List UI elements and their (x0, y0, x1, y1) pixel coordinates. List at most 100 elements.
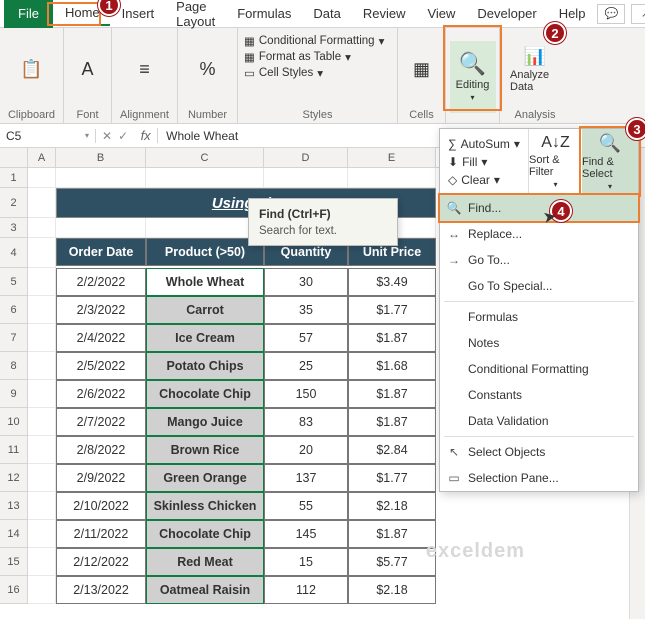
font-button[interactable]: A (66, 57, 110, 82)
table-cell[interactable]: $2.84 (348, 436, 436, 464)
table-cell[interactable]: 112 (264, 576, 348, 604)
table-cell[interactable]: 2/9/2022 (56, 464, 146, 492)
number-button[interactable]: % (186, 57, 230, 82)
table-cell[interactable]: $5.77 (348, 548, 436, 576)
table-cell[interactable]: 2/4/2022 (56, 324, 146, 352)
row-header[interactable]: 5 (0, 268, 28, 296)
table-cell[interactable]: 2/10/2022 (56, 492, 146, 520)
select-all-corner[interactable] (0, 148, 28, 167)
tab-formulas[interactable]: Formulas (227, 2, 301, 25)
menu-data-val[interactable]: Data Validation (440, 408, 638, 434)
row-header[interactable]: 13 (0, 492, 28, 520)
col-header-D[interactable]: D (264, 148, 348, 167)
row-header[interactable]: 4 (0, 238, 28, 268)
row-header[interactable]: 1 (0, 168, 28, 188)
menu-goto[interactable]: →Go To... (440, 247, 638, 273)
table-cell[interactable]: 145 (264, 520, 348, 548)
cells-button[interactable]: ▦ (400, 57, 444, 82)
menu-goto-special[interactable]: Go To Special... (440, 273, 638, 299)
table-cell[interactable]: 2/5/2022 (56, 352, 146, 380)
table-cell[interactable]: $3.49 (348, 268, 436, 296)
table-cell[interactable]: 2/2/2022 (56, 268, 146, 296)
table-cell[interactable]: $1.87 (348, 324, 436, 352)
cancel-icon[interactable]: ✕ (102, 129, 112, 143)
table-cell[interactable]: $1.68 (348, 352, 436, 380)
table-cell[interactable]: 2/3/2022 (56, 296, 146, 324)
table-cell[interactable]: 55 (264, 492, 348, 520)
row-header[interactable]: 9 (0, 380, 28, 408)
menu-cond-fmt[interactable]: Conditional Formatting (440, 356, 638, 382)
row-header[interactable]: 6 (0, 296, 28, 324)
table-cell[interactable]: 57 (264, 324, 348, 352)
fx-icon[interactable]: fx (134, 128, 158, 143)
table-cell[interactable]: Green Orange (146, 464, 264, 492)
row-header[interactable]: 2 (0, 188, 28, 218)
name-box[interactable]: C5 (0, 129, 96, 143)
table-cell[interactable]: 2/7/2022 (56, 408, 146, 436)
col-header-E[interactable]: E (348, 148, 436, 167)
table-cell[interactable]: Mango Juice (146, 408, 264, 436)
table-cell[interactable]: Brown Rice (146, 436, 264, 464)
autosum-button[interactable]: ∑ AutoSum ▾ (448, 137, 520, 151)
table-cell[interactable]: Potato Chips (146, 352, 264, 380)
tab-file[interactable]: File (4, 0, 53, 28)
table-cell[interactable]: $2.18 (348, 576, 436, 604)
table-cell[interactable]: Chocolate Chip (146, 520, 264, 548)
table-cell[interactable]: $1.87 (348, 520, 436, 548)
menu-constants[interactable]: Constants (440, 382, 638, 408)
table-cell[interactable]: 2/8/2022 (56, 436, 146, 464)
menu-formulas[interactable]: Formulas (440, 304, 638, 330)
table-cell[interactable]: 150 (264, 380, 348, 408)
clipboard-button[interactable]: 📋 (10, 57, 54, 82)
row-header[interactable]: 7 (0, 324, 28, 352)
table-cell[interactable]: Red Meat (146, 548, 264, 576)
table-cell[interactable]: $2.18 (348, 492, 436, 520)
table-cell[interactable]: 83 (264, 408, 348, 436)
menu-selection-pane[interactable]: ▭Selection Pane... (440, 465, 638, 491)
comments-icon[interactable]: 💬 (597, 4, 625, 24)
menu-replace[interactable]: ↔Replace... (440, 221, 638, 247)
col-header-C[interactable]: C (146, 148, 264, 167)
analyze-data-button[interactable]: 📊Analyze Data (506, 44, 564, 95)
table-cell[interactable]: $1.87 (348, 380, 436, 408)
menu-find[interactable]: 🔍Find... (440, 195, 638, 221)
menu-notes[interactable]: Notes (440, 330, 638, 356)
row-header[interactable]: 3 (0, 218, 28, 238)
table-cell[interactable]: Ice Cream (146, 324, 264, 352)
formula-input[interactable]: Whole Wheat (158, 129, 246, 143)
format-as-table-button[interactable]: ▦ Format as Table ▾ (244, 50, 391, 64)
editing-button[interactable]: 🔍Editing▾ (450, 41, 496, 113)
table-cell[interactable]: Chocolate Chip (146, 380, 264, 408)
table-cell[interactable]: 15 (264, 548, 348, 576)
row-header[interactable]: 10 (0, 408, 28, 436)
table-cell[interactable]: 20 (264, 436, 348, 464)
col-header-B[interactable]: B (56, 148, 146, 167)
tab-view[interactable]: View (417, 2, 465, 25)
table-cell[interactable]: $1.77 (348, 296, 436, 324)
menu-select-objects[interactable]: ↖Select Objects (440, 439, 638, 465)
table-cell[interactable]: Carrot (146, 296, 264, 324)
sort-filter-button[interactable]: A↓ZSort & Filter▾ (528, 129, 582, 194)
table-cell[interactable]: Whole Wheat (146, 268, 264, 296)
tab-data[interactable]: Data (303, 2, 350, 25)
table-cell[interactable]: $1.77 (348, 464, 436, 492)
row-header[interactable]: 15 (0, 548, 28, 576)
table-cell[interactable]: 2/12/2022 (56, 548, 146, 576)
alignment-button[interactable]: ≡ (123, 57, 167, 82)
table-cell[interactable]: Skinless Chicken (146, 492, 264, 520)
table-cell[interactable]: 137 (264, 464, 348, 492)
confirm-icon[interactable]: ✓ (118, 129, 128, 143)
conditional-formatting-button[interactable]: ▦ Conditional Formatting ▾ (244, 34, 391, 48)
table-cell[interactable]: 2/13/2022 (56, 576, 146, 604)
table-cell[interactable]: $1.87 (348, 408, 436, 436)
row-header[interactable]: 8 (0, 352, 28, 380)
table-cell[interactable]: 2/11/2022 (56, 520, 146, 548)
row-header[interactable]: 16 (0, 576, 28, 604)
table-cell[interactable]: 30 (264, 268, 348, 296)
table-cell[interactable]: 35 (264, 296, 348, 324)
row-header[interactable]: 12 (0, 464, 28, 492)
col-header-A[interactable]: A (28, 148, 56, 167)
find-select-button[interactable]: 🔍Find & Select▾ (582, 129, 638, 194)
table-cell[interactable]: Oatmeal Raisin (146, 576, 264, 604)
row-header[interactable]: 14 (0, 520, 28, 548)
